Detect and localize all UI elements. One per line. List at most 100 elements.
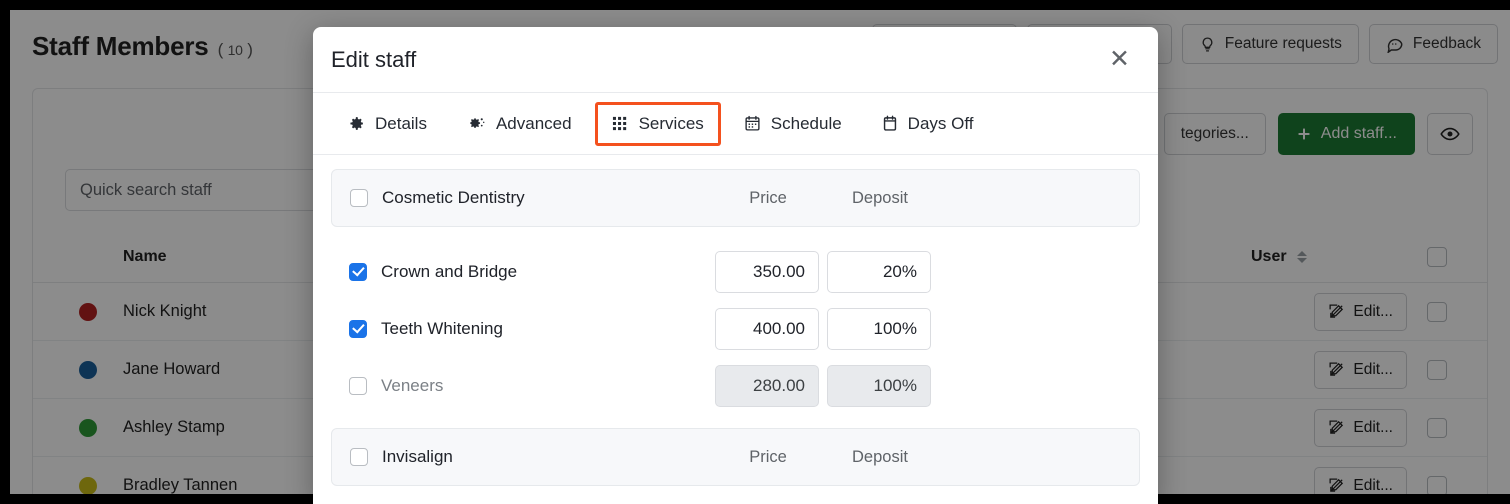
- select-all-checkbox[interactable]: [1407, 246, 1467, 267]
- deposit-input[interactable]: 20%: [827, 250, 931, 293]
- column-header-deposit: Deposit: [852, 447, 908, 466]
- deposit-input: 100%: [827, 364, 931, 407]
- status-dot: [53, 476, 123, 494]
- deposit-field-wrap: 20%: [823, 250, 935, 293]
- preview-button[interactable]: [1427, 113, 1473, 155]
- service-checkbox[interactable]: [349, 376, 367, 395]
- service-name: Crown and Bridge: [381, 261, 518, 281]
- edit-button[interactable]: Edit...: [1314, 466, 1407, 494]
- checkbox-square-icon: [1427, 417, 1447, 438]
- pencil-square-icon: [1328, 303, 1345, 320]
- screen: Staff Members ( 10 ) Feature requests Fee…: [0, 0, 1510, 504]
- price-field-wrap: 350.00: [711, 250, 823, 293]
- service-group-header[interactable]: Invisalign Price Deposit: [331, 428, 1140, 486]
- count-paren-close: ): [247, 39, 253, 59]
- edit-label: Edit...: [1353, 360, 1393, 378]
- card-toolbar-actions: tegories... Add staff...: [1163, 113, 1473, 155]
- pencil-square-icon: [1328, 477, 1345, 494]
- clipboard-icon: [882, 115, 898, 132]
- service-row[interactable]: Crown and Bridge 350.00 20%: [331, 243, 1140, 300]
- checkbox-square-icon: [1427, 475, 1447, 494]
- row-checkbox[interactable]: [1407, 359, 1467, 380]
- price-input[interactable]: 350.00: [715, 250, 819, 293]
- chat-bubble-icon: [1386, 35, 1404, 53]
- checkbox-square-icon: [1427, 301, 1447, 322]
- service-checkbox[interactable]: [349, 319, 367, 338]
- service-row[interactable]: Teeth Whitening 400.00 100%: [331, 300, 1140, 357]
- edit-button[interactable]: Edit...: [1314, 350, 1407, 389]
- service-name: Veneers: [381, 375, 444, 395]
- plus-icon: [1296, 126, 1312, 142]
- feature-requests-button[interactable]: Feature requests: [1181, 24, 1359, 64]
- eye-icon: [1440, 124, 1460, 144]
- row-checkbox[interactable]: [1407, 475, 1467, 494]
- feedback-button[interactable]: Feedback: [1368, 24, 1498, 64]
- status-dot: [53, 360, 123, 379]
- edit-staff-modal: Edit staff ✕ Details Advanced Services S…: [313, 27, 1158, 504]
- feedback-label: Feedback: [1412, 35, 1481, 52]
- column-header-deposit: Deposit: [852, 188, 908, 207]
- page-title-text: Staff Members: [32, 30, 209, 61]
- calendar-icon: [744, 115, 761, 132]
- page-title: Staff Members ( 10 ): [32, 31, 253, 62]
- tab-details-label: Details: [375, 113, 427, 133]
- tab-days-off-label: Days Off: [907, 113, 974, 133]
- group-checkbox[interactable]: [350, 189, 368, 207]
- status-dot: [53, 302, 123, 321]
- tab-days-off[interactable]: Days Off: [865, 102, 991, 146]
- row-checkbox[interactable]: [1407, 417, 1467, 438]
- categories-button[interactable]: tegories...: [1163, 113, 1266, 155]
- deposit-input[interactable]: 100%: [827, 307, 931, 350]
- checkbox-square-icon: [1427, 359, 1447, 380]
- tab-schedule[interactable]: Schedule: [727, 102, 859, 146]
- pencil-square-icon: [1328, 361, 1345, 378]
- lightbulb-icon: [1199, 36, 1216, 53]
- service-checkbox[interactable]: [349, 262, 367, 281]
- modal-tabs: Details Advanced Services Schedule Days …: [313, 93, 1158, 155]
- column-header-user-label: User: [1251, 247, 1287, 265]
- price-field-wrap: 280.00: [711, 364, 823, 407]
- group-name: Cosmetic Dentistry: [382, 188, 525, 207]
- sort-icon[interactable]: [1296, 250, 1307, 263]
- categories-label: tegories...: [1180, 125, 1249, 142]
- row-checkbox[interactable]: [1407, 301, 1467, 322]
- tab-schedule-label: Schedule: [770, 113, 842, 133]
- column-header-price: Price: [749, 447, 787, 466]
- tab-details[interactable]: Details: [331, 102, 444, 146]
- tab-advanced[interactable]: Advanced: [450, 102, 589, 146]
- price-input[interactable]: 400.00: [715, 307, 819, 350]
- service-row[interactable]: Veneers 280.00 100%: [331, 357, 1140, 414]
- edit-button[interactable]: Edit...: [1314, 408, 1407, 447]
- price-field-wrap: 400.00: [711, 307, 823, 350]
- price-input: 280.00: [715, 364, 819, 407]
- close-icon[interactable]: ✕: [1103, 45, 1136, 74]
- services-panel: Cosmetic Dentistry Price Deposit Crown a…: [313, 155, 1158, 486]
- modal-title: Edit staff: [331, 46, 417, 72]
- group-checkbox[interactable]: [350, 448, 368, 466]
- edit-label: Edit...: [1353, 476, 1393, 494]
- edit-button[interactable]: Edit...: [1314, 292, 1407, 331]
- edit-label: Edit...: [1353, 418, 1393, 436]
- checkbox-square-icon: [1427, 246, 1447, 267]
- deposit-field-wrap: 100%: [823, 307, 935, 350]
- feature-requests-label: Feature requests: [1224, 35, 1342, 52]
- column-header-price: Price: [749, 188, 787, 207]
- tab-services[interactable]: Services: [594, 101, 721, 146]
- group-name: Invisalign: [382, 447, 453, 466]
- count-value: 10: [227, 41, 243, 58]
- add-staff-label: Add staff...: [1320, 125, 1397, 142]
- tab-services-label: Services: [638, 113, 704, 133]
- edit-label: Edit...: [1353, 302, 1393, 320]
- staff-count: ( 10 ): [218, 40, 253, 59]
- add-staff-button[interactable]: Add staff...: [1277, 113, 1415, 155]
- status-dot: [53, 418, 123, 437]
- count-paren-open: (: [217, 39, 224, 59]
- service-name: Teeth Whitening: [381, 318, 503, 338]
- cogs-icon: [467, 115, 486, 132]
- pencil-square-icon: [1328, 419, 1345, 436]
- search-placeholder: Quick search staff: [80, 180, 212, 199]
- service-group-header[interactable]: Cosmetic Dentistry Price Deposit: [331, 169, 1140, 227]
- modal-header: Edit staff ✕: [313, 27, 1158, 93]
- tab-advanced-label: Advanced: [495, 113, 572, 133]
- gear-icon: [348, 115, 365, 132]
